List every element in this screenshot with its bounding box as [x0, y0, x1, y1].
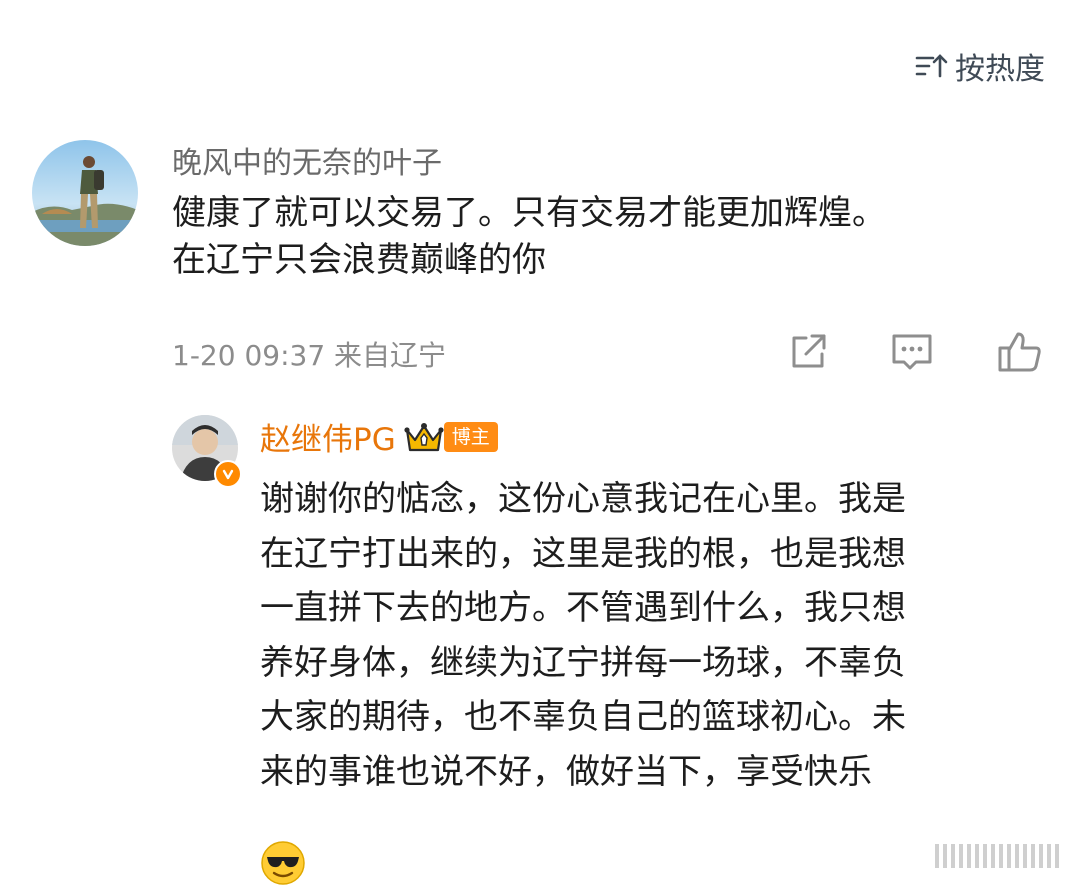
- sort-icon: [915, 54, 948, 78]
- reply-text-line: 谢谢你的惦念，这份心意我记在心里。我是: [260, 479, 906, 519]
- reply-text: 谢谢你的惦念，这份心意我记在心里。我是 在辽宁打出来的，这里是我的根，也是我想 …: [260, 472, 1050, 800]
- watermark: [931, 843, 1059, 869]
- reply-text-line: 在辽宁打出来的，这里是我的根，也是我想: [260, 533, 906, 574]
- like-icon[interactable]: [996, 328, 1044, 376]
- reply-text-line: 大家的期待，也不辜负自己的篮球初心。未: [260, 697, 906, 738]
- reply-text-line: 一直拼下去的地方。不管遇到什么，我只想: [260, 588, 906, 629]
- comment-meta: 1-20 09:37 来自辽宁: [172, 339, 447, 372]
- cool-sunglasses-emoji-icon: [261, 841, 305, 885]
- crown-icon: [404, 422, 444, 451]
- sort-label: 按热度: [955, 52, 1045, 87]
- reply-text-line: 来的事谁也说不好，做好当下，享受快乐: [260, 751, 872, 792]
- host-badge: 博主: [443, 421, 498, 452]
- comment-author[interactable]: 晚风中的无奈的叶子: [172, 138, 442, 182]
- comment-text: 健康了就可以交易了。只有交易才能更加辉煌。 在辽宁只会浪费巅峰的你: [172, 190, 1042, 284]
- avatar[interactable]: [32, 140, 138, 246]
- reply-author[interactable]: 赵继伟PG: [260, 414, 396, 459]
- comment-icon[interactable]: [888, 328, 936, 376]
- share-icon[interactable]: [784, 328, 832, 376]
- sort-by-hot-button[interactable]: 按热度: [915, 44, 1045, 88]
- comment-text-line: 在辽宁只会浪费巅峰的你: [172, 240, 546, 280]
- comment-text-line: 健康了就可以交易了。只有交易才能更加辉煌。: [172, 193, 886, 233]
- reply-author-row: 赵继伟PG 博主: [260, 414, 498, 459]
- reply-text-line: 养好身体，继续为辽宁拼每一场球，不辜负: [260, 642, 906, 683]
- verified-badge-icon: [214, 460, 242, 488]
